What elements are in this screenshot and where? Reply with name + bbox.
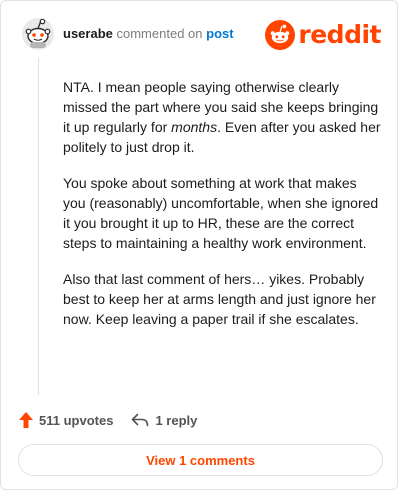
upvote-count: 511 upvotes [39,412,114,428]
user-avatar[interactable] [21,15,55,51]
comment-body: NTA. I mean people saying otherwise clea… [63,77,383,345]
upvote-button[interactable]: 511 upvotes [19,412,113,428]
comment-header: userabe commented on post reddit [21,15,381,55]
reddit-logo-icon [265,20,296,50]
reply-arrow-icon [132,413,149,427]
reddit-logo[interactable]: reddit [265,18,381,52]
snoo-avatar-icon [22,18,54,50]
comment-paragraph-1: NTA. I mean people saying otherwise clea… [63,79,381,155]
post-link[interactable]: post [206,26,233,41]
view-comments-button[interactable]: View 1 comments [18,444,383,476]
comment-actions: 511 upvotes 1 reply [19,409,197,431]
reply-count: 1 reply [155,412,198,428]
reply-button[interactable]: 1 reply [131,413,197,428]
comment-card: userabe commented on post reddit NTA. I … [0,0,398,490]
comment-paragraph-2: You spoke about something at work that m… [63,175,379,251]
commented-on-label: commented on [116,26,203,41]
upvote-arrow-icon [19,412,33,428]
username-link[interactable]: userabe [63,26,113,41]
comment-meta: userabe commented on post [63,26,234,42]
thread-line[interactable] [38,58,39,395]
comment-paragraph-3: Also that last comment of hers… yikes. P… [63,271,376,327]
reddit-wordmark: reddit [298,20,381,49]
